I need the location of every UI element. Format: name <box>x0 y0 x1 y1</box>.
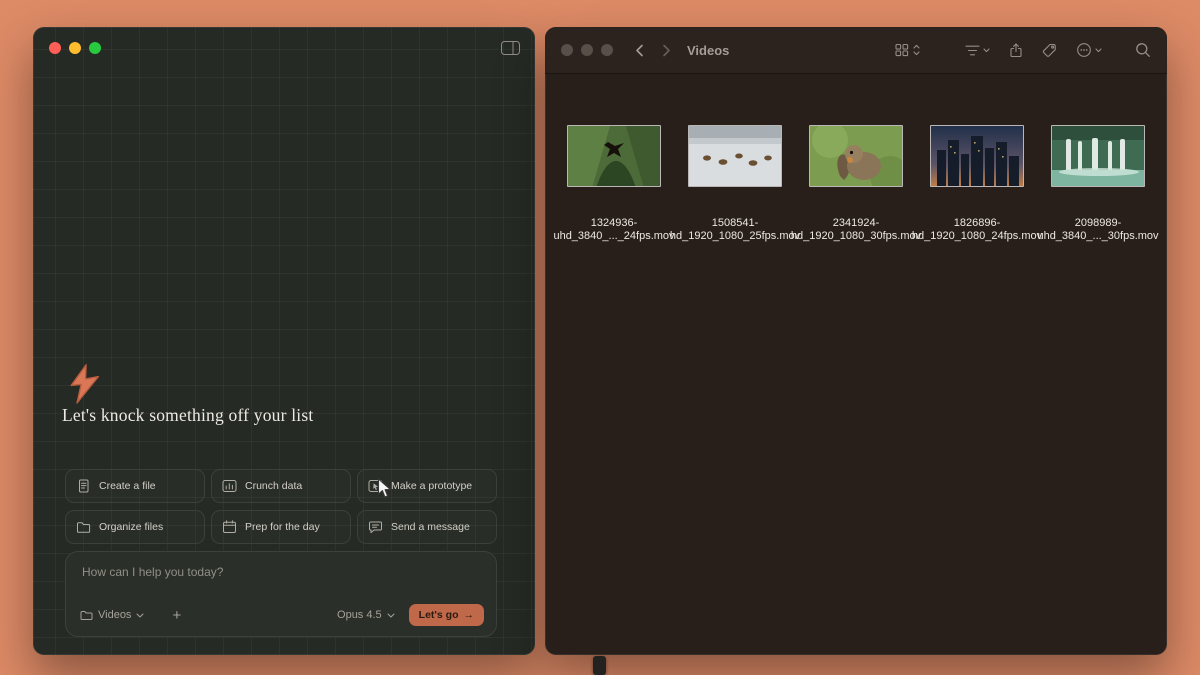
file-item[interactable]: 1324936- uhd_3840_..._24fps.mov <box>553 99 675 243</box>
model-selector[interactable]: Opus 4.5 <box>337 609 395 621</box>
minimize-button[interactable] <box>581 44 593 56</box>
crunch-data-button[interactable]: Crunch data <box>211 469 351 503</box>
composer-toolbar: Videos + Opus 4.5 Let's go → <box>80 604 484 626</box>
dock-item-peek <box>593 656 606 675</box>
context-folder-label: Videos <box>98 609 132 621</box>
page-title: Let's knock something off your list <box>62 405 314 425</box>
chat-input[interactable]: How can I help you today? <box>66 552 496 579</box>
composer: How can I help you today? Videos + Opus … <box>65 551 497 637</box>
lets-go-label: Let's go <box>418 609 459 621</box>
cowork-logo-icon <box>65 363 105 410</box>
group-icon <box>965 45 980 55</box>
prototype-icon <box>368 480 383 492</box>
action-label: Prep for the day <box>245 521 320 533</box>
back-button[interactable] <box>635 44 644 57</box>
action-label: Send a message <box>391 521 470 533</box>
finder-toolbar: Videos <box>545 27 1167 74</box>
prep-for-day-button[interactable]: Prep for the day <box>211 510 351 544</box>
video-thumbnail-forest-valley <box>567 125 661 187</box>
action-label: Make a prototype <box>391 480 473 492</box>
context-folder-selector[interactable]: Videos <box>80 609 144 621</box>
message-icon <box>369 521 382 534</box>
folder-icon <box>80 610 93 620</box>
file-item[interactable]: 2341924- hd_1920_1080_30fps.mov <box>791 99 921 243</box>
window-controls <box>49 42 101 54</box>
file-name: 2341924- hd_1920_1080_30fps.mov <box>790 217 922 242</box>
more-icon <box>1077 43 1091 57</box>
folder-icon <box>77 522 91 533</box>
search-icon <box>1136 43 1150 57</box>
file-name: 2098989- uhd_3840_..._30fps.mov <box>1037 217 1159 242</box>
video-thumbnail-city-dusk <box>930 125 1024 187</box>
navigation <box>635 44 671 57</box>
share-icon <box>1010 42 1022 57</box>
chevron-down-icon <box>983 47 990 52</box>
sidebar-toggle-icon[interactable] <box>501 41 520 60</box>
action-label: Organize files <box>99 521 164 533</box>
chevron-up-down-icon <box>913 44 920 56</box>
toolbar-actions <box>895 42 1151 58</box>
chevron-down-icon <box>136 613 144 617</box>
organize-files-button[interactable]: Organize files <box>65 510 205 544</box>
window-controls <box>561 44 613 56</box>
more-actions-control[interactable] <box>1076 42 1102 58</box>
video-thumbnail-squirrel <box>809 125 903 187</box>
chevron-down-icon <box>1095 47 1102 52</box>
cowork-window: Let's knock something off your list Crea… <box>33 27 535 655</box>
file-name: 1826896- hd_1920_1080_24fps.mov <box>911 217 1043 242</box>
share-button[interactable] <box>1009 42 1023 58</box>
calendar-icon <box>223 520 236 534</box>
action-label: Crunch data <box>245 480 303 492</box>
view-options-control[interactable] <box>895 43 920 57</box>
search-button[interactable] <box>1135 42 1151 58</box>
send-message-button[interactable]: Send a message <box>357 510 497 544</box>
desktop: { "colors": { "desktop": "#dd8a66", "acc… <box>0 0 1200 675</box>
finder-window: Videos 1324936- uhd_3840_..._24fps.mov 1… <box>545 27 1167 655</box>
close-button[interactable] <box>561 44 573 56</box>
action-label: Create a file <box>99 480 156 492</box>
make-prototype-button[interactable]: Make a prototype <box>357 469 497 503</box>
video-thumbnail-waterfalls <box>1051 125 1145 187</box>
add-attachment-button[interactable]: + <box>172 608 181 623</box>
grid-view-icon <box>895 43 909 57</box>
file-item[interactable]: 2098989- uhd_3840_..._30fps.mov <box>1037 99 1159 243</box>
file-name: 1324936- uhd_3840_..._24fps.mov <box>553 217 675 242</box>
file-item[interactable]: 1508541- hd_1920_1080_25fps.mov <box>670 99 800 243</box>
file-item[interactable]: 1826896- hd_1920_1080_24fps.mov <box>912 99 1042 243</box>
forward-button[interactable] <box>662 44 671 57</box>
minimize-button[interactable] <box>69 42 81 54</box>
chart-icon <box>222 480 237 492</box>
arrow-right-icon: → <box>463 609 475 621</box>
zoom-button[interactable] <box>89 42 101 54</box>
window-title: Videos <box>687 42 730 58</box>
lets-go-button[interactable]: Let's go → <box>408 604 484 626</box>
file-grid: 1324936- uhd_3840_..._24fps.mov 1508541-… <box>545 99 1167 243</box>
group-by-control[interactable] <box>965 44 990 57</box>
zoom-button[interactable] <box>601 44 613 56</box>
tag-icon <box>1042 43 1056 57</box>
file-name: 1508541- hd_1920_1080_25fps.mov <box>669 217 801 242</box>
tag-button[interactable] <box>1042 43 1057 58</box>
model-label: Opus 4.5 <box>337 609 382 621</box>
close-button[interactable] <box>49 42 61 54</box>
file-icon <box>79 479 89 493</box>
chevron-down-icon <box>387 613 395 617</box>
video-thumbnail-deer-in-snow <box>688 125 782 187</box>
quick-actions: Create a file Crunch data Make a prototy… <box>65 469 497 544</box>
create-file-button[interactable]: Create a file <box>65 469 205 503</box>
